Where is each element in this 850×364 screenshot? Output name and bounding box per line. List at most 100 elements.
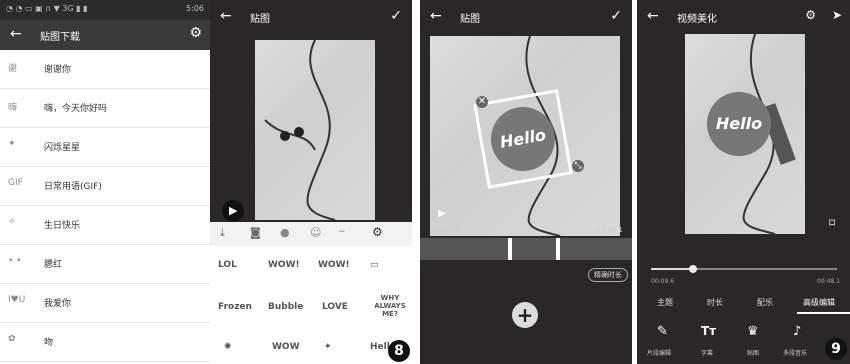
music-note-icon: ♪ [793,324,802,339]
list-item-label: 谢谢你 [44,65,72,75]
sticker-item[interactable]: ▭ [370,260,379,270]
back-arrow-icon[interactable]: ← [647,8,659,24]
list-item[interactable]: • • 腮红 [0,245,210,284]
send-arrow-icon[interactable]: ➤ [832,8,842,22]
active-tab-indicator [797,312,850,314]
pencil-icon: ✎ [657,324,668,339]
sticker-thumbnail: 谢 [8,64,18,74]
tab-duration[interactable]: 时长 [707,297,723,308]
settings-gear-icon[interactable]: ⚙ [189,25,202,41]
confirm-check-icon[interactable]: ✓ [610,8,622,24]
status-bar: ◔ ◔ ▭ ▣ ∩ ▼ 3G ▮ ▮ 5:06 [0,0,210,20]
back-arrow-icon[interactable]: ← [10,26,22,42]
list-item-label: 我爱你 [44,299,72,309]
sticker-item[interactable]: Bubble [268,302,303,312]
sticker-tab-icon[interactable]: ● [280,226,290,239]
sticker-item[interactable]: ✦ [324,342,332,352]
video-preview: Hello ✕ ⤡ [430,35,620,237]
sticker-edit-screen: ← 贴图 ✓ Hello ✕ ⤡ ▶ 00:08.2 00:48.1 精确时长 … [420,0,632,364]
list-item-label: 闪烁星星 [44,143,81,153]
list-item[interactable]: ✿ 吻 [0,323,210,362]
figure-number-badge: 8 [388,340,410,362]
settings-gear-icon[interactable]: ⚙ [372,225,383,239]
settings-gear-icon[interactable]: ⚙ [805,8,816,22]
confirm-check-icon[interactable]: ✓ [390,8,402,24]
tool-label: 片段编辑 [647,350,672,357]
video-preview [255,39,375,221]
tool-sticker[interactable]: ♛ 贴图 [741,322,771,362]
sticker-tab-icon[interactable]: ∼ [338,227,346,237]
tool-multi-music[interactable]: ♪ 多段音乐 [783,322,823,362]
play-icon[interactable]: ▶ [438,208,446,219]
sticker-item[interactable]: WHY ALWAYS ME? [372,294,408,318]
video-preview: Hello [685,33,805,235]
list-item[interactable]: ✧ 生日快乐 [0,206,210,245]
progress-fill [651,268,693,270]
list-item-label: 嗨，今天你好吗 [44,104,108,114]
sticker-item[interactable]: LOL [218,260,237,270]
tool-label: 字幕 [701,350,714,357]
page-title: 贴图 [460,14,480,25]
list-item[interactable]: GIF 日常用语(GIF) [0,167,210,206]
sticker-thumbnail: ✦ [8,139,16,149]
video-beautify-screen: ← 视频美化 ⚙ ➤ Hello ⌑ 00:09.6 00:48.1 主题 时长… [637,0,850,364]
precise-duration-button[interactable]: 精确时长 [588,268,628,282]
sticker-item[interactable]: WOW! [318,260,350,270]
rotate-scale-handle-icon[interactable]: ⤡ [572,160,584,172]
back-arrow-icon[interactable]: ← [220,8,232,24]
text-icon: Tт [701,324,717,338]
time-end: 00:48.1 [817,278,841,285]
list-item-label: 腮红 [44,260,63,270]
play-icon: ▶ [229,204,238,217]
time-start: 00:09.6 [651,278,675,285]
sticker-thumbnail: • • [8,256,22,266]
page-title: 贴图 [250,14,270,25]
delete-sticker-icon[interactable]: ✕ [476,96,488,108]
sticker-thumbnail: 嗨 [8,103,18,113]
tool-label: 贴图 [747,350,760,357]
progress-thumb[interactable] [689,265,697,273]
tab-advanced-edit[interactable]: 高级编辑 [803,297,835,308]
top-app-bar: ← 贴图下载 ⚙ [0,20,210,50]
sticker-thumbnail: I♥U [8,295,26,305]
earphone-cable-image [264,39,336,221]
page-title: 贴图下载 [40,32,80,43]
list-item-label: 吻 [44,338,54,348]
list-item[interactable]: ✦ 闪烁星星 [0,128,210,167]
list-item[interactable]: 嗨 嗨，今天你好吗 [0,89,210,128]
tool-subtitle[interactable]: Tт 字幕 [695,322,725,362]
list-item[interactable]: 谢 谢谢你 [0,50,210,89]
sticker-item[interactable]: WOW [272,342,300,352]
sticker-selection-box[interactable]: Hello [473,89,573,189]
back-arrow-icon[interactable]: ← [430,8,442,24]
list-item-label: 日常用语(GIF) [44,182,102,192]
tool-clip-edit[interactable]: ✎ 片段编辑 [647,322,687,362]
crown-icon: ♛ [747,324,759,339]
sticker-item[interactable]: Frozen [218,302,252,312]
sticker-picker-screen: ← 贴图 ✓ ▶ ⤓ ◙ ● ☺ ∼ ⚙ LOL WOW! WOW! ▭ Fro… [210,0,412,364]
tab-music[interactable]: 配乐 [757,297,773,308]
hello-sticker: Hello [707,92,771,156]
sticker-thumbnail: GIF [8,178,23,188]
sticker-item[interactable]: WOW! [268,260,300,270]
tab-theme[interactable]: 主题 [657,297,673,308]
sticker-item[interactable]: ✺ [224,342,232,352]
sticker-thumbnail: ✧ [8,217,16,227]
fullscreen-icon[interactable]: ⌑ [829,216,835,230]
list-item[interactable]: I♥U 我爱你 [0,284,210,323]
sticker-tab-icon[interactable]: ☺ [310,226,321,239]
camera-icon[interactable]: ◙ [250,226,261,239]
download-icon[interactable]: ⤓ [220,226,225,240]
sticker-item[interactable]: LOVE [322,302,348,312]
progress-track[interactable] [651,265,837,273]
add-sticker-button[interactable]: + [512,302,538,328]
sticker-thumbnail: ✿ [8,334,16,344]
timeline-range-selector[interactable] [508,238,560,260]
timeline-track[interactable] [420,238,632,260]
page-title: 视频美化 [677,14,717,25]
list-item-label: 生日快乐 [44,221,81,231]
figure-number-badge: 9 [825,338,847,360]
sticker-download-screen: ◔ ◔ ▭ ▣ ∩ ▼ 3G ▮ ▮ 5:06 ← 贴图下载 ⚙ 谢谢谢你 嗨嗨… [0,0,210,364]
status-icons: ◔ ◔ ▭ ▣ ∩ ▼ 3G ▮ ▮ [6,4,88,13]
play-button[interactable]: ▶ [222,200,244,222]
